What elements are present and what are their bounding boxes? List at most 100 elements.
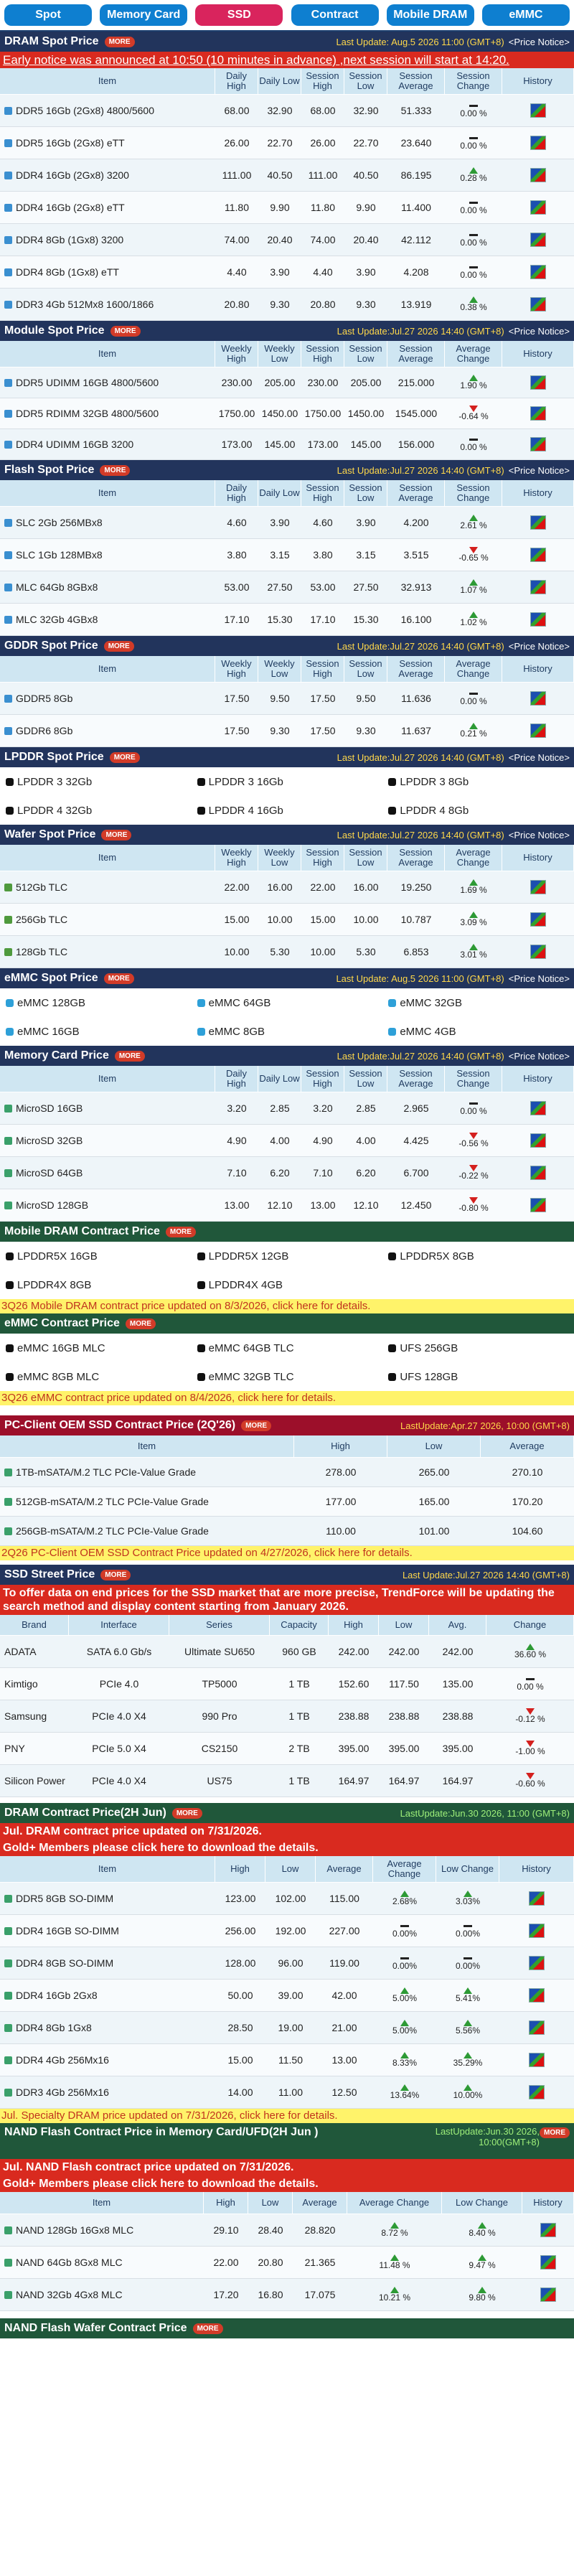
table-row-item[interactable]: DDR3 4Gb 256Mx16 bbox=[0, 2076, 215, 2109]
emmc_spot-more-button[interactable]: MORE bbox=[103, 973, 134, 984]
history-chart-icon[interactable] bbox=[529, 2020, 545, 2035]
emmc_contract-item[interactable]: UFS 256GB bbox=[382, 1334, 574, 1362]
emmc_contract-item[interactable]: eMMC 16GB MLC bbox=[0, 1334, 192, 1362]
tab-spot[interactable]: Spot bbox=[4, 4, 92, 26]
cell-value[interactable]: ADATA bbox=[0, 1636, 69, 1668]
table-row-item[interactable]: DDR4 16Gb 2Gx8 bbox=[0, 1980, 215, 2012]
pc_ssd-more-button[interactable]: MORE bbox=[241, 1420, 272, 1431]
emmc_contract-item[interactable]: eMMC 8GB MLC bbox=[0, 1362, 192, 1391]
emmc_contract-item[interactable]: UFS 128GB bbox=[382, 1362, 574, 1391]
dram_contract-alert2[interactable]: Gold+ Members please click here to downl… bbox=[0, 1840, 574, 1856]
history-chart-icon[interactable] bbox=[530, 265, 546, 279]
history-chart-icon[interactable] bbox=[529, 1988, 545, 2003]
tab-memory-card[interactable]: Memory Card bbox=[100, 4, 188, 26]
history-chart-icon[interactable] bbox=[530, 136, 546, 150]
table-row-item[interactable]: DDR4 8Gb (1Gx8) 3200 bbox=[0, 224, 215, 256]
history-chart-icon[interactable] bbox=[529, 2053, 545, 2067]
gddr_spot-price-notice-link[interactable]: <Price Notice> bbox=[509, 641, 570, 652]
history-chart-icon[interactable] bbox=[530, 912, 546, 927]
dram_contract-more-button[interactable]: MORE bbox=[171, 1807, 202, 1819]
tab-ssd[interactable]: SSD bbox=[195, 4, 283, 26]
history-chart-icon[interactable] bbox=[530, 375, 546, 390]
ssd_street-more-button[interactable]: MORE bbox=[100, 1569, 131, 1580]
table-row-item[interactable]: 256GB-mSATA/M.2 TLC PCIe-Value Grade bbox=[0, 1517, 294, 1546]
table-row-item[interactable]: DDR5 8GB SO-DIMM bbox=[0, 1883, 215, 1915]
cell-value[interactable]: PNY bbox=[0, 1733, 69, 1765]
lpddr_spot-item[interactable]: LPDDR 4 32Gb bbox=[0, 796, 192, 825]
history-chart-icon[interactable] bbox=[530, 880, 546, 894]
table-row-item[interactable]: DDR5 16Gb (2Gx8) 4800/5600 bbox=[0, 95, 215, 127]
emmc_contract-note-link[interactable]: 3Q26 eMMC contract price updated on 8/4/… bbox=[0, 1391, 574, 1405]
table-row-item[interactable]: DDR3 4Gb 512Mx8 1600/1866 bbox=[0, 289, 215, 321]
history-chart-icon[interactable] bbox=[530, 168, 546, 182]
table-row-item[interactable]: GDDR5 8Gb bbox=[0, 683, 215, 715]
emmc_spot-item[interactable]: eMMC 4GB bbox=[382, 1017, 574, 1046]
history-chart-icon[interactable] bbox=[529, 1891, 545, 1906]
mobile_dram-note-link[interactable]: 3Q26 Mobile DRAM contract price updated … bbox=[0, 1299, 574, 1313]
table-row-item[interactable]: DDR4 8Gb 1Gx8 bbox=[0, 2012, 215, 2044]
mobile_dram-item[interactable]: LPDDR5X 16GB bbox=[0, 1242, 192, 1270]
emmc_contract-more-button[interactable]: MORE bbox=[125, 1318, 156, 1329]
history-chart-icon[interactable] bbox=[530, 200, 546, 215]
nand_wafer-more-button[interactable]: MORE bbox=[192, 2323, 223, 2334]
memory_card-more-button[interactable]: MORE bbox=[114, 1050, 145, 1062]
history-chart-icon[interactable] bbox=[530, 297, 546, 312]
emmc_contract-item[interactable]: eMMC 64GB TLC bbox=[192, 1334, 383, 1362]
history-chart-icon[interactable] bbox=[540, 2287, 556, 2302]
table-row-item[interactable]: DDR5 UDIMM 16GB 4800/5600 bbox=[0, 367, 215, 398]
history-chart-icon[interactable] bbox=[530, 945, 546, 959]
lpddr_spot-item[interactable]: LPDDR 3 8Gb bbox=[382, 767, 574, 796]
table-row-item[interactable]: 1TB-mSATA/M.2 TLC PCIe-Value Grade bbox=[0, 1458, 294, 1487]
tab-emmc[interactable]: eMMC bbox=[481, 4, 570, 26]
history-chart-icon[interactable] bbox=[529, 1956, 545, 1970]
table-row-item[interactable]: GDDR6 8Gb bbox=[0, 715, 215, 747]
cell-value[interactable]: Samsung bbox=[0, 1700, 69, 1733]
history-chart-icon[interactable] bbox=[530, 1133, 546, 1148]
wafer_spot-more-button[interactable]: MORE bbox=[101, 829, 132, 840]
table-row-item[interactable]: DDR5 RDIMM 32GB 4800/5600 bbox=[0, 398, 215, 429]
table-row-item[interactable]: MicroSD 16GB bbox=[0, 1092, 215, 1125]
nand_contract-alert2[interactable]: Gold+ Members please click here to downl… bbox=[0, 2175, 574, 2192]
mobile_dram-item[interactable]: LPDDR4X 8GB bbox=[0, 1270, 192, 1299]
emmc_spot-item[interactable]: eMMC 32GB bbox=[382, 988, 574, 1017]
mobile_dram-item[interactable]: LPDDR5X 12GB bbox=[192, 1242, 383, 1270]
mobile_dram-item[interactable]: LPDDR5X 8GB bbox=[382, 1242, 574, 1270]
table-row-item[interactable]: DDR4 8GB SO-DIMM bbox=[0, 1947, 215, 1980]
table-row-item[interactable]: SLC 1Gb 128MBx8 bbox=[0, 539, 215, 571]
table-row-item[interactable]: 128Gb TLC bbox=[0, 936, 215, 968]
history-chart-icon[interactable] bbox=[530, 691, 546, 706]
emmc_spot-item[interactable]: eMMC 8GB bbox=[192, 1017, 383, 1046]
table-row-item[interactable]: SLC 2Gb 256MBx8 bbox=[0, 507, 215, 539]
table-row-item[interactable]: DDR4 4Gb 256Mx16 bbox=[0, 2044, 215, 2076]
history-chart-icon[interactable] bbox=[530, 723, 546, 738]
emmc_contract-item[interactable]: eMMC 32GB TLC bbox=[192, 1362, 383, 1391]
table-row-item[interactable]: DDR4 16Gb (2Gx8) eTT bbox=[0, 192, 215, 224]
table-row-item[interactable]: NAND 64Gb 8Gx8 MLC bbox=[0, 2247, 204, 2279]
lpddr_spot-item[interactable]: LPDDR 3 16Gb bbox=[192, 767, 383, 796]
history-chart-icon[interactable] bbox=[530, 103, 546, 118]
table-row-item[interactable]: MLC 64Gb 8GBx8 bbox=[0, 571, 215, 604]
lpddr_spot-item[interactable]: LPDDR 4 8Gb bbox=[382, 796, 574, 825]
tab-mobile-dram[interactable]: Mobile DRAM bbox=[386, 4, 474, 26]
history-chart-icon[interactable] bbox=[530, 406, 546, 421]
table-row-item[interactable]: DDR4 16GB SO-DIMM bbox=[0, 1915, 215, 1947]
history-chart-icon[interactable] bbox=[530, 233, 546, 247]
history-chart-icon[interactable] bbox=[530, 1198, 546, 1212]
cell-value[interactable]: Kimtigo bbox=[0, 1668, 69, 1700]
history-chart-icon[interactable] bbox=[529, 2085, 545, 2099]
history-chart-icon[interactable] bbox=[530, 1101, 546, 1115]
mobile_dram-more-button[interactable]: MORE bbox=[165, 1226, 196, 1237]
emmc_spot-item[interactable]: eMMC 128GB bbox=[0, 988, 192, 1017]
wafer_spot-price-notice-link[interactable]: <Price Notice> bbox=[509, 830, 570, 840]
history-chart-icon[interactable] bbox=[530, 612, 546, 627]
table-row-item[interactable]: DDR4 8Gb (1Gx8) eTT bbox=[0, 256, 215, 289]
module_spot-price-notice-link[interactable]: <Price Notice> bbox=[509, 326, 570, 337]
table-row-item[interactable]: 256Gb TLC bbox=[0, 904, 215, 936]
dram_contract-alert1[interactable]: Jul. DRAM contract price updated on 7/31… bbox=[0, 1823, 574, 1840]
table-row-item[interactable]: DDR4 UDIMM 16GB 3200 bbox=[0, 429, 215, 460]
table-row-item[interactable]: NAND 32Gb 4Gx8 MLC bbox=[0, 2279, 204, 2311]
history-chart-icon[interactable] bbox=[530, 1166, 546, 1180]
dram_spot-price-notice-link[interactable]: <Price Notice> bbox=[509, 37, 570, 47]
flash_spot-price-notice-link[interactable]: <Price Notice> bbox=[509, 465, 570, 476]
table-row-item[interactable]: 512GB-mSATA/M.2 TLC PCIe-Value Grade bbox=[0, 1487, 294, 1517]
